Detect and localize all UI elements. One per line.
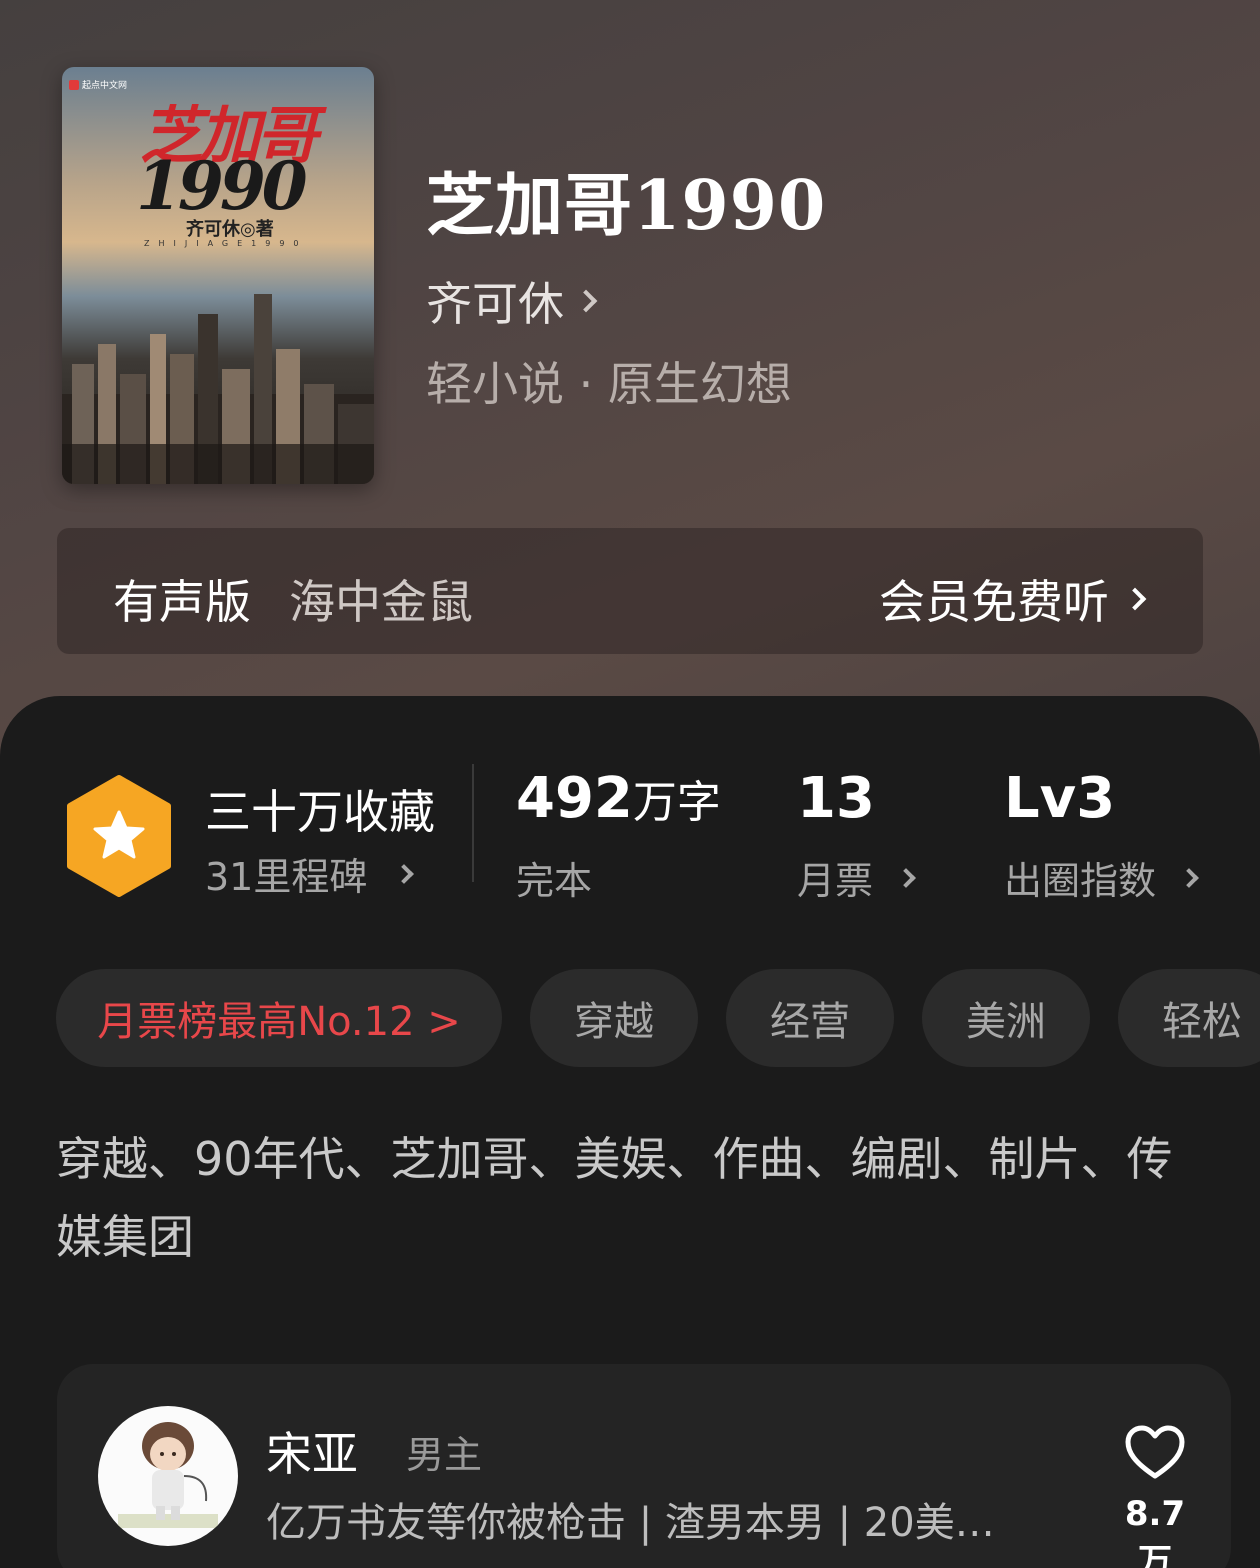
- character-description: 亿万书友等你被枪击 | 渣男本男 | 20美…: [266, 1500, 995, 1546]
- word-count: 492万字: [516, 766, 721, 831]
- cover-pinyin: ZHIJIAGE1990: [144, 239, 308, 248]
- character-role: 男主: [406, 1433, 483, 1477]
- city-skyline-illustration: [62, 294, 374, 484]
- tag-chip[interactable]: 美洲: [922, 969, 1090, 1067]
- stats-divider: [472, 764, 474, 882]
- heart-icon[interactable]: [1124, 1424, 1186, 1482]
- influence-level: Lv3: [1004, 766, 1116, 831]
- chevron-right-icon: [896, 867, 916, 888]
- author-link[interactable]: 齐可休: [426, 268, 598, 334]
- influence-index: Lv3: [1004, 766, 1115, 831]
- chevron-right-icon: [574, 289, 598, 313]
- book-cover[interactable]: 起点中文网 芝加哥 1990 齐可休◎著 ZHIJIAGE1990: [62, 67, 374, 484]
- member-free-listen-label: 会员免费听: [879, 575, 1109, 629]
- completion-status: 完本: [516, 850, 592, 905]
- monthly-votes: 13: [797, 766, 875, 831]
- word-count-number: 492: [516, 766, 633, 831]
- author-name: 齐可休: [426, 277, 564, 331]
- word-count-unit: 万字: [632, 777, 721, 828]
- book-title: 芝加哥1990: [426, 166, 827, 246]
- chevron-right-icon: [394, 863, 415, 884]
- completion-label: 完本: [516, 859, 593, 903]
- milestone-link[interactable]: 31里程碑: [205, 846, 415, 901]
- monthly-votes-number: 13: [797, 766, 875, 831]
- milestone-label: 31里程碑: [205, 855, 368, 899]
- audiobook-label: 有声版: [113, 575, 251, 629]
- tag-chip[interactable]: 穿越: [530, 969, 698, 1067]
- member-free-listen-button[interactable]: 会员免费听: [879, 566, 1147, 632]
- influence-index-label: 出圈指数: [1004, 859, 1157, 903]
- audiobook-bar[interactable]: 有声版 海中金鼠 会员免费听: [57, 528, 1203, 654]
- tag-chip[interactable]: 经营: [726, 969, 894, 1067]
- publisher-badge: 起点中文网: [69, 78, 127, 91]
- monthly-votes-label: 月票: [797, 859, 874, 903]
- chevron-right-icon: [1123, 587, 1147, 611]
- like-count: 8.7万: [1124, 1494, 1186, 1568]
- character-name: 宋亚: [266, 1427, 358, 1481]
- hexagon-star-icon: [67, 775, 171, 897]
- cover-title-bottom: 1990: [136, 147, 308, 225]
- book-genre: 轻小说 · 原生幻想: [426, 357, 792, 411]
- audiobook-narrator: 海中金鼠: [289, 575, 473, 629]
- monthly-votes-link[interactable]: 月票: [797, 850, 916, 905]
- rank-tag[interactable]: 月票榜最高No.12 >: [56, 969, 502, 1067]
- collection-count: 三十万收藏: [205, 785, 435, 839]
- character-avatar-illustration: [118, 1422, 218, 1528]
- influence-index-link[interactable]: 出圈指数: [1004, 850, 1199, 905]
- chevron-right-icon: [1179, 867, 1199, 888]
- tag-chip[interactable]: 轻松: [1118, 969, 1260, 1067]
- cover-author: 齐可休◎著: [186, 219, 274, 240]
- avatar[interactable]: [98, 1406, 238, 1546]
- book-keywords: 穿越、90年代、芝加哥、美娱、作曲、编剧、制片、传媒集团: [56, 1132, 1173, 1264]
